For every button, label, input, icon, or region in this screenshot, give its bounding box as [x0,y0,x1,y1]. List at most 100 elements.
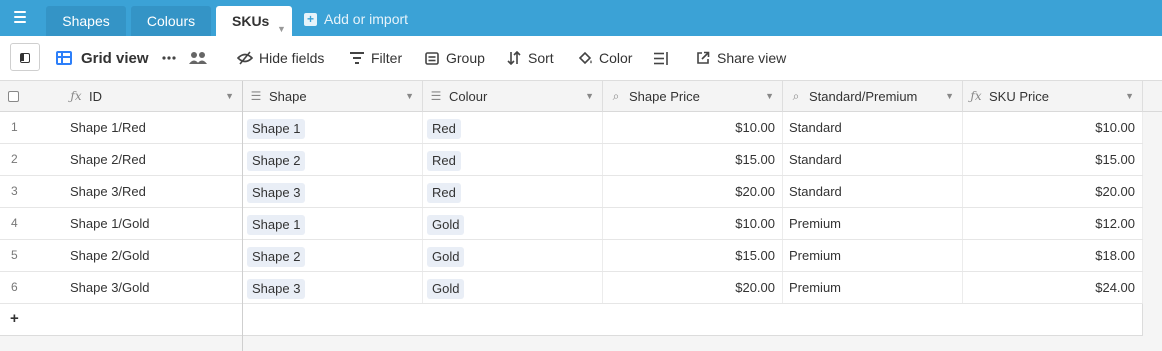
cell-id[interactable]: Shape 1/Red [63,112,243,143]
table-row[interactable]: 1 Shape 1/Red Shape 1 Red $10.00 Standar… [0,112,1143,144]
cell-colour[interactable]: Red [423,176,603,207]
cell-shape[interactable]: Shape 2 [243,240,423,271]
cell-shape-price[interactable]: $20.00 [603,272,783,303]
cell-standard-premium[interactable]: Standard [783,144,963,175]
cell-sku-price[interactable]: $15.00 [963,144,1143,175]
column-header-shape-price[interactable]: ⌕ Shape Price ▼ [603,81,783,112]
cell-standard-premium[interactable]: Premium [783,272,963,303]
linked-record-chip[interactable]: Shape 1 [247,118,306,139]
cell-sku-price[interactable]: $18.00 [963,240,1143,271]
header-select-all [0,81,63,112]
lookup-icon: ⌕ [612,88,620,103]
linked-record-chip[interactable]: Shape 3 [247,182,306,203]
column-header-id[interactable]: ƒx ID ▼ [63,81,243,112]
tab-label: SKUs [232,13,270,29]
cell-shape[interactable]: Shape 1 [243,112,423,143]
table-row[interactable]: 4 Shape 1/Gold Shape 1 Gold $10.00 Premi… [0,208,1143,240]
cell-sku-price[interactable]: $20.00 [963,176,1143,207]
cell-shape-price[interactable]: $15.00 [603,240,783,271]
cell-shape[interactable]: Shape 2 [243,144,423,175]
add-row-button[interactable]: + [0,304,243,336]
cell-sku-price[interactable]: $24.00 [963,272,1143,303]
row-number: 2 [11,152,18,166]
chevron-down-icon[interactable]: ▼ [1125,91,1134,101]
cell-colour[interactable]: Red [423,144,603,175]
add-or-import-label: Add or import [324,11,409,27]
cell-colour[interactable]: Gold [423,208,603,239]
cell-shape-price[interactable]: $10.00 [603,208,783,239]
cell-id[interactable]: Shape 2/Gold [63,240,243,271]
menu-icon[interactable] [14,11,28,25]
cell-shape[interactable]: Shape 1 [243,208,423,239]
linked-record-chip[interactable]: Red [427,150,461,171]
linked-record-chip[interactable]: Red [427,182,461,203]
cell-colour[interactable]: Gold [423,272,603,303]
table-row[interactable]: 3 Shape 3/Red Shape 3 Red $20.00 Standar… [0,176,1143,208]
linked-record-chip[interactable]: Gold [427,214,465,235]
view-switcher[interactable]: Grid view [56,49,149,67]
column-header-shape[interactable]: ☰ Shape ▼ [243,81,423,112]
collaborators-button[interactable] [189,49,207,67]
table-row[interactable]: 6 Shape 3/Gold Shape 3 Gold $20.00 Premi… [0,272,1143,304]
table-row[interactable]: 2 Shape 2/Red Shape 2 Red $15.00 Standar… [0,144,1143,176]
hide-fields-button[interactable]: Hide fields [237,49,324,67]
linked-record-chip[interactable]: Shape 1 [247,214,306,235]
cell-standard-premium[interactable]: Standard [783,176,963,207]
column-header-label: Shape [269,88,307,104]
cell-shape-price[interactable]: $10.00 [603,112,783,143]
cell-shape[interactable]: Shape 3 [243,272,423,303]
cell-id[interactable]: Shape 3/Red [63,176,243,207]
filter-button[interactable]: Filter [349,49,402,67]
column-header-standard-premium[interactable]: ⌕ Standard/Premium ▼ [783,81,963,112]
linked-record-chip[interactable]: Gold [427,246,465,267]
tab-colours[interactable]: Colours [131,6,211,36]
linked-record-chip[interactable]: Red [427,118,461,139]
chevron-down-icon[interactable]: ▼ [765,91,774,101]
eye-slash-icon [237,50,253,66]
cell-colour[interactable]: Red [423,112,603,143]
select-all-checkbox[interactable] [8,91,19,102]
row-number: 4 [11,216,18,230]
chevron-down-icon[interactable]: ▼ [405,91,414,101]
add-field-header[interactable] [1143,81,1162,112]
tab-skus[interactable]: SKUs ▼ [216,6,292,36]
sidebar-toggle-button[interactable] [10,43,40,71]
linked-record-icon: ☰ [430,89,442,103]
cell-standard-premium[interactable]: Standard [783,112,963,143]
table-row[interactable]: 5 Shape 2/Gold Shape 2 Gold $15.00 Premi… [0,240,1143,272]
cell-id[interactable]: Shape 3/Gold [63,272,243,303]
chevron-down-icon[interactable]: ▼ [945,91,954,101]
sort-button[interactable]: Sort [506,49,554,67]
cell-id[interactable]: Shape 1/Gold [63,208,243,239]
cell-shape-price[interactable]: $15.00 [603,144,783,175]
cell-standard-premium[interactable]: Premium [783,240,963,271]
cell-id[interactable]: Shape 2/Red [63,144,243,175]
row-number: 1 [11,120,18,134]
column-header-label: ID [89,88,102,104]
linked-record-chip[interactable]: Gold [427,278,465,299]
cell-colour[interactable]: Gold [423,240,603,271]
linked-record-chip[interactable]: Shape 2 [247,150,306,171]
color-label: Color [599,50,633,66]
color-button[interactable]: Color [577,49,632,67]
column-header-sku-price[interactable]: ƒx SKU Price ▼ [963,81,1143,112]
more-options-button[interactable] [162,49,176,67]
linked-record-chip[interactable]: Shape 3 [247,278,306,299]
cell-shape-price[interactable]: $20.00 [603,176,783,207]
column-header-label: Colour [449,88,488,104]
chevron-down-icon[interactable]: ▼ [585,91,594,101]
cell-shape[interactable]: Shape 3 [243,176,423,207]
cell-sku-price[interactable]: $10.00 [963,112,1143,143]
add-or-import-button[interactable]: + Add or import [304,11,408,27]
cell-standard-premium[interactable]: Premium [783,208,963,239]
share-view-button[interactable]: Share view [695,49,786,67]
cell-sku-price[interactable]: $12.00 [963,208,1143,239]
row-number: 6 [11,280,18,294]
column-header-colour[interactable]: ☰ Colour ▼ [423,81,603,112]
tab-shapes[interactable]: Shapes [46,6,126,36]
linked-record-chip[interactable]: Shape 2 [247,246,306,267]
row-height-button[interactable] [654,49,669,67]
chevron-down-icon[interactable]: ▼ [225,91,234,101]
add-row-area[interactable] [243,304,1143,336]
group-button[interactable]: Group [424,49,485,67]
